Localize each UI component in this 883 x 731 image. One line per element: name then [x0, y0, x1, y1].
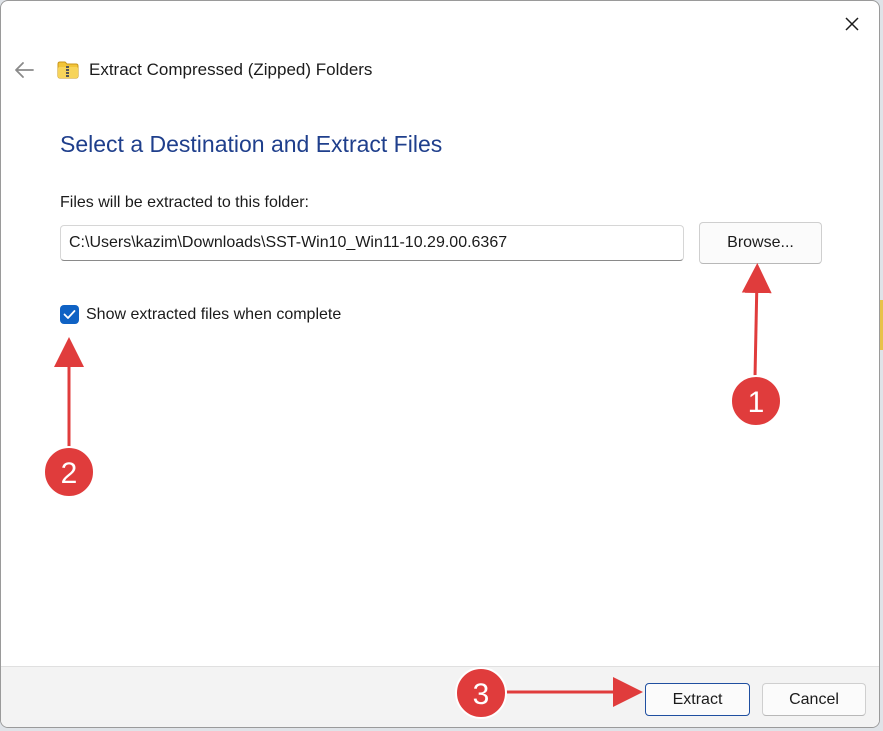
cancel-button[interactable]: Cancel — [762, 683, 866, 716]
page-heading: Select a Destination and Extract Files — [60, 131, 443, 157]
destination-path-input[interactable] — [60, 225, 684, 261]
back-arrow-icon — [15, 62, 34, 78]
show-extracted-files-option[interactable]: Show extracted files when complete — [60, 305, 341, 324]
show-extracted-files-label: Show extracted files when complete — [86, 305, 342, 323]
browse-button[interactable]: Browse... — [699, 222, 822, 264]
back-button[interactable] — [11, 57, 37, 83]
show-extracted-files-checkbox[interactable] — [60, 305, 79, 324]
extract-button[interactable]: Extract — [645, 683, 750, 716]
checkmark-icon — [63, 310, 76, 319]
destination-label: Files will be extracted to this folder: — [60, 194, 309, 211]
zip-folder-icon — [57, 61, 79, 79]
extract-dialog: Extract Compressed (Zipped) Folders Sele… — [0, 0, 880, 728]
close-button[interactable] — [837, 9, 867, 39]
close-icon — [845, 17, 859, 31]
window-title-row: Extract Compressed (Zipped) Folders — [57, 57, 372, 83]
window-title: Extract Compressed (Zipped) Folders — [89, 60, 373, 79]
